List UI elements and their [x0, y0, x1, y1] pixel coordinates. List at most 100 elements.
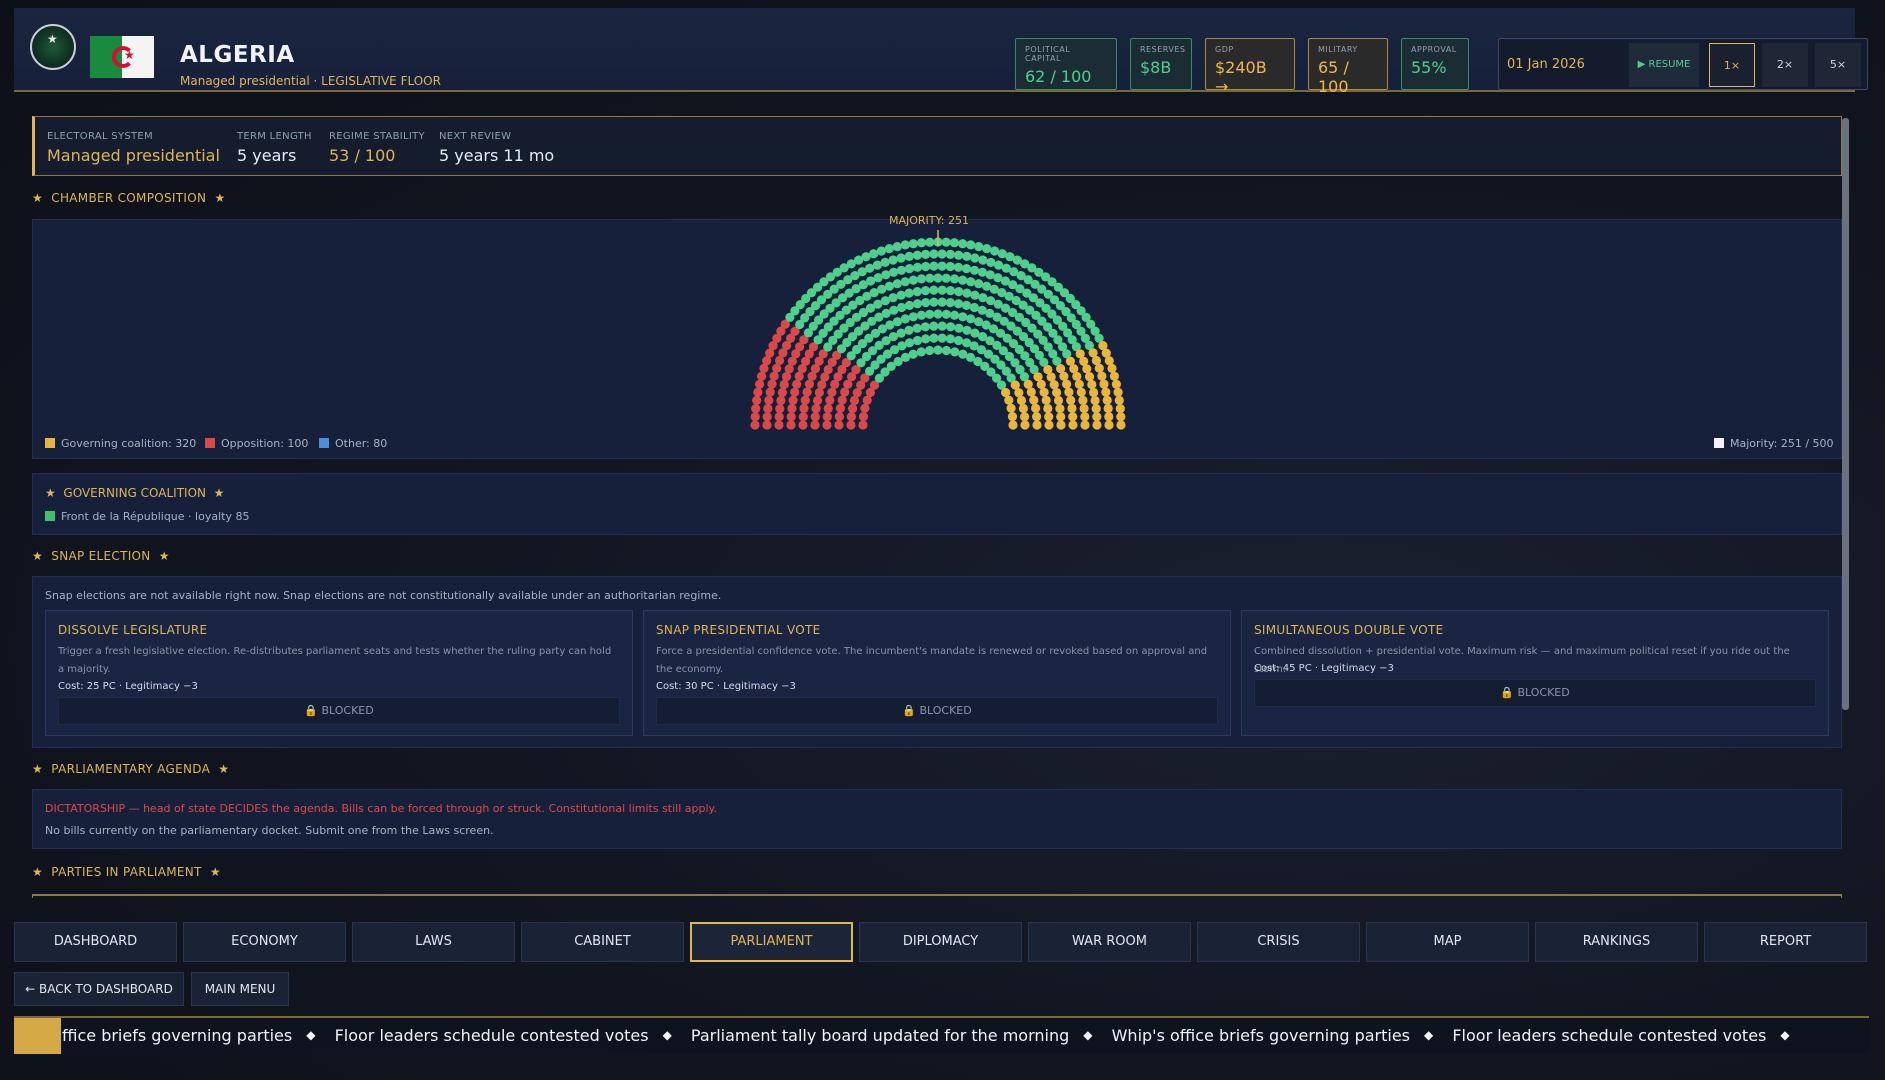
- speed-5x-button[interactable]: 5×: [1815, 43, 1861, 87]
- snap-panel: Snap elections are not available right n…: [32, 576, 1842, 748]
- tab-diplomacy[interactable]: DIPLOMACY: [859, 922, 1022, 962]
- tab-laws[interactable]: LAWS: [352, 922, 515, 962]
- seat-dot: [1090, 395, 1100, 406]
- tab-rankings[interactable]: RANKINGS: [1535, 922, 1698, 962]
- seat-dot: [1004, 395, 1014, 405]
- seat-dot: [1092, 420, 1102, 430]
- tab-report[interactable]: REPORT: [1704, 922, 1867, 962]
- seat-dot: [798, 412, 808, 422]
- seat-dot: [896, 290, 906, 300]
- seat-dot: [962, 288, 972, 298]
- seat-dot: [1044, 420, 1054, 430]
- seat-dot: [764, 395, 774, 405]
- seat-dot: [953, 299, 964, 309]
- seat-dot: [978, 255, 988, 265]
- seat-dot: [757, 371, 767, 381]
- seat-dot: [925, 345, 935, 356]
- seat-dot: [1059, 371, 1069, 381]
- regime-info-bar: ELECTORAL SYSTEM Managed presidential TE…: [32, 116, 1842, 176]
- seat-dot: [1020, 420, 1030, 430]
- resume-button[interactable]: ▶ RESUME: [1629, 43, 1699, 87]
- tab-crisis[interactable]: CRISIS: [1197, 922, 1360, 962]
- seat-dot: [812, 395, 823, 406]
- presidential-blocked-button[interactable]: 🔒 BLOCKED: [656, 697, 1218, 725]
- tab-war-room[interactable]: WAR ROOM: [1028, 922, 1191, 962]
- seat-dot: [1052, 387, 1062, 398]
- seat-dot: [1094, 363, 1104, 373]
- news-ticker: ffice briefs governing parties ◆ Floor le…: [14, 1016, 1869, 1054]
- stat-military: MILITARY 65 / 100: [1308, 38, 1388, 96]
- seat-dot: [790, 387, 800, 397]
- dictatorship-notice: DICTATORSHIP — head of state DECIDES the…: [45, 802, 717, 815]
- seat-dot: [837, 395, 847, 405]
- content-scrollbar[interactable]: [1842, 118, 1849, 710]
- seat-dot: [881, 270, 891, 280]
- seat-dot: [969, 302, 980, 313]
- seat-dot: [834, 412, 845, 422]
- seat-dot: [1091, 404, 1101, 414]
- seat-dot: [1115, 404, 1125, 414]
- seat-dot: [834, 420, 844, 430]
- seat-dot: [787, 403, 797, 414]
- seat-dot: [1014, 388, 1024, 398]
- star-icon: ★: [32, 191, 44, 205]
- tab-dashboard[interactable]: DASHBOARD: [14, 922, 177, 962]
- parties-section-title: ★ PARTIES IN PARLIAMENT ★: [32, 865, 221, 879]
- tab-cabinet[interactable]: CABINET: [521, 922, 684, 962]
- seat-dot: [896, 253, 906, 263]
- stat-political-capital: POLITICAL CAPITAL 62 / 100: [1015, 38, 1117, 90]
- star-icon: ★: [214, 191, 226, 205]
- seat-dot: [897, 302, 907, 313]
- seat-dot: [798, 420, 808, 430]
- chamber-panel: MAJORITY: 251 Governing coalition: 320 O…: [32, 214, 1842, 459]
- seat-dot: [1074, 379, 1084, 389]
- snap-section-title: ★ SNAP ELECTION ★: [32, 549, 170, 563]
- agenda-section-title: ★ PARLIAMENTARY AGENDA ★: [32, 762, 230, 776]
- tab-parliament[interactable]: PARLIAMENT: [690, 922, 853, 962]
- seat-dot: [1066, 395, 1076, 405]
- seat-dot: [892, 279, 902, 289]
- seat-dot: [1114, 395, 1124, 405]
- speed-2x-button[interactable]: 2×: [1762, 43, 1808, 87]
- seat-dot: [762, 420, 772, 430]
- seat-dot: [775, 404, 785, 414]
- seat-dot: [1080, 420, 1090, 430]
- seat-dot: [811, 404, 821, 414]
- seat-dot: [912, 287, 922, 297]
- seat-dot: [810, 420, 820, 430]
- seat-dot: [1020, 412, 1030, 422]
- seat-dot: [962, 325, 972, 335]
- seat-dot: [962, 251, 972, 261]
- seat-dot: [1079, 403, 1089, 414]
- seat-dot: [1006, 403, 1016, 413]
- seat-dot: [1053, 395, 1064, 406]
- parliament-content[interactable]: ELECTORAL SYSTEM Managed presidential TE…: [32, 116, 1848, 898]
- seat-dot: [751, 404, 761, 414]
- seat-dot: [950, 347, 960, 357]
- seat-dot: [937, 261, 947, 271]
- double-vote-blocked-button[interactable]: 🔒 BLOCKED: [1254, 679, 1816, 707]
- main-menu-button[interactable]: MAIN MENU: [191, 972, 289, 1006]
- tab-map[interactable]: MAP: [1366, 922, 1529, 962]
- seat-dot: [1084, 372, 1095, 382]
- seat-dot: [970, 290, 980, 300]
- seat-dot: [953, 335, 964, 346]
- seat-dot: [961, 264, 972, 274]
- speed-1x-button[interactable]: 1×: [1709, 43, 1755, 87]
- seat-dot: [974, 279, 984, 289]
- seat-dot: [953, 262, 964, 272]
- seat-dot: [904, 325, 914, 335]
- back-to-dashboard-button[interactable]: ← BACK TO DASHBOARD: [14, 972, 184, 1006]
- seat-dot: [937, 333, 947, 343]
- seat-dot: [1099, 379, 1109, 389]
- app-frame: ★ ALGERIA Managed presidential · LEGISLA…: [0, 0, 1885, 1080]
- seat-dot: [1055, 404, 1065, 414]
- seat-dot: [849, 395, 860, 406]
- seat-dot: [792, 379, 802, 389]
- dissolve-blocked-button[interactable]: 🔒 BLOCKED: [58, 697, 620, 725]
- seat-dot: [986, 257, 996, 267]
- seat-dot: [904, 251, 914, 261]
- tab-economy[interactable]: ECONOMY: [183, 922, 346, 962]
- seat-dot: [966, 314, 976, 324]
- seat-dot: [912, 323, 922, 333]
